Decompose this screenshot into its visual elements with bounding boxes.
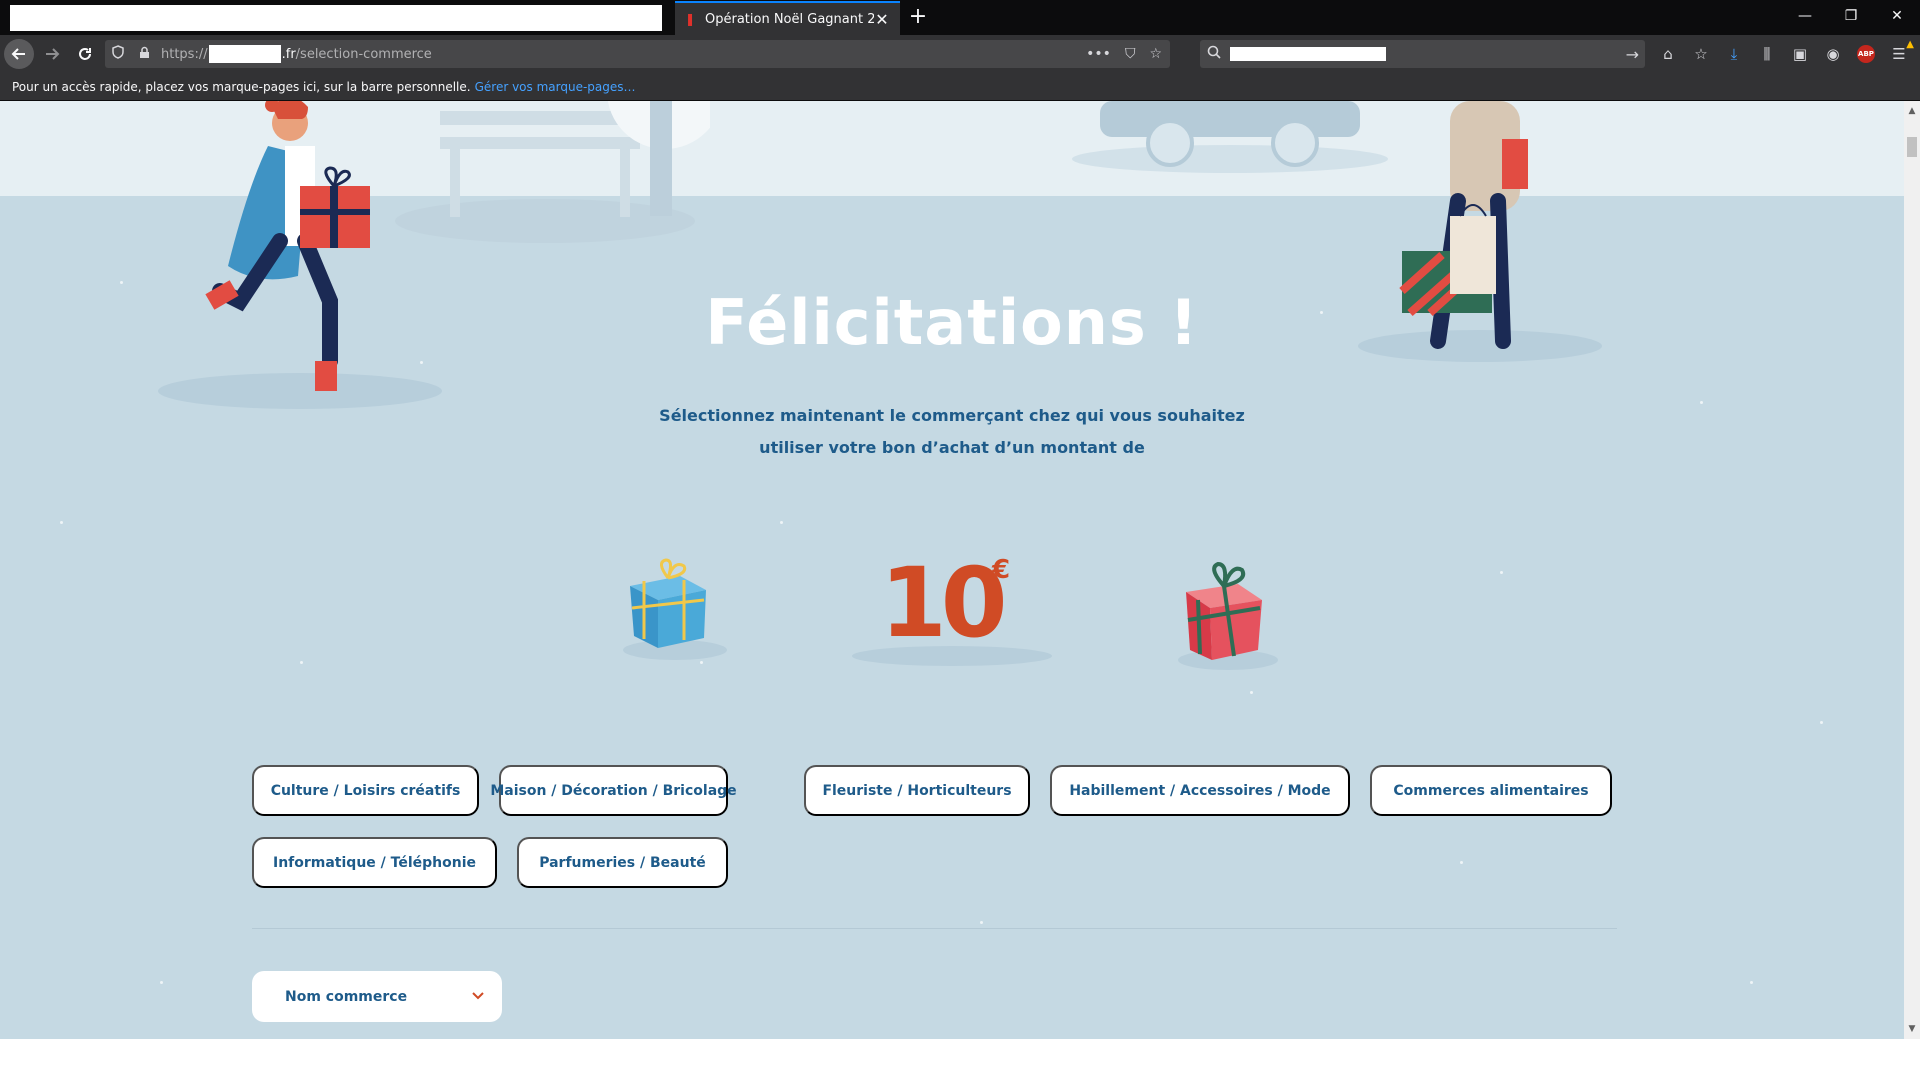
car-illustration: [1072, 101, 1388, 173]
tab-active[interactable]: ❚ Opération Noël Gagnant 2020 ! ✕: [675, 1, 900, 35]
account-icon[interactable]: ◉: [1820, 41, 1846, 67]
reload-icon: [79, 48, 91, 60]
page-content: Félicitations ! Sélectionnez maintenant …: [0, 101, 1904, 1039]
bookmark-bar: Pour un accès rapide, placez vos marque-…: [0, 73, 1920, 101]
adblock-plus-icon[interactable]: ABP: [1857, 45, 1875, 63]
blue-gift-icon: [623, 558, 727, 660]
voucher-currency: €: [992, 555, 1011, 585]
search-bar[interactable]: →: [1200, 40, 1645, 68]
chevron-down-icon: [472, 989, 484, 1003]
site-favicon-icon: ❚: [685, 12, 696, 26]
library-icon[interactable]: ⫼: [1754, 41, 1780, 67]
commerce-select[interactable]: Nom commerce: [252, 971, 502, 1022]
minimize-button[interactable]: —: [1782, 0, 1828, 32]
section-divider: [252, 928, 1617, 929]
bookmark-hint: Pour un accès rapide, placez vos marque-…: [12, 79, 471, 94]
url-prefix: https://: [161, 46, 208, 62]
url-bar[interactable]: https:// .fr /selection-commerce ••• ⛉ ☆: [105, 40, 1170, 68]
page-actions-icon[interactable]: •••: [1086, 46, 1111, 62]
category-informatique-button[interactable]: Informatique / Téléphonie: [252, 837, 497, 888]
manage-bookmarks-link[interactable]: Gérer vos marque-pages…: [475, 80, 636, 94]
hamburger-menu-icon[interactable]: ☰ ▲: [1886, 39, 1914, 67]
lock-icon[interactable]: [131, 46, 157, 63]
page-scrollbar[interactable]: ▲ ▼: [1904, 101, 1920, 1039]
bookmarks-menu-icon[interactable]: ☆: [1688, 41, 1714, 67]
scroll-up-icon[interactable]: ▲: [1904, 103, 1920, 119]
sidebar-icon[interactable]: ▣: [1787, 41, 1813, 67]
window-controls: — ❐ ✕: [1782, 0, 1920, 35]
search-icon: [1200, 45, 1228, 63]
home-icon[interactable]: ⌂: [1655, 41, 1681, 67]
pocket-icon[interactable]: ⛉: [1125, 46, 1136, 62]
warning-icon: ▲: [1906, 39, 1914, 50]
url-host-suffix: .fr: [281, 46, 296, 62]
category-maison-button[interactable]: Maison / Décoration / Bricolage: [490, 765, 737, 816]
page-subtitle: Sélectionnez maintenant le commerçant ch…: [659, 406, 1245, 457]
tab-redacted[interactable]: [10, 5, 662, 31]
page-title: Félicitations !: [705, 286, 1199, 359]
restore-button[interactable]: ❐: [1828, 0, 1874, 32]
forward-arrow-icon: [46, 48, 60, 60]
scrollbar-thumb[interactable]: [1907, 137, 1917, 157]
search-go-icon[interactable]: →: [1626, 45, 1639, 64]
url-path: /selection-commerce: [295, 46, 432, 62]
window-bottom: [0, 1039, 1920, 1080]
red-gift-icon: [1178, 561, 1278, 670]
category-fleuriste-button[interactable]: Fleuriste / Horticulteurs: [804, 765, 1030, 816]
tracking-shield-icon[interactable]: [105, 45, 131, 63]
url-text[interactable]: https:// .fr /selection-commerce: [161, 45, 432, 63]
browser-titlebar: ❚ Opération Noël Gagnant 2020 ! ✕ + — ❐ …: [0, 0, 1920, 35]
amount-shadow: [852, 646, 1052, 666]
tab-close-icon[interactable]: ✕: [874, 10, 890, 29]
woman-with-gift-illustration: [158, 101, 442, 409]
commerce-select-label: Nom commerce: [285, 988, 408, 1005]
close-window-button[interactable]: ✕: [1874, 0, 1920, 32]
category-parfumeries-button[interactable]: Parfumeries / Beauté: [517, 837, 728, 888]
url-host-redacted: [208, 45, 281, 63]
back-button[interactable]: [4, 39, 34, 69]
scroll-down-icon[interactable]: ▼: [1904, 1021, 1920, 1037]
search-input-redacted[interactable]: [1230, 47, 1386, 61]
forward-button[interactable]: [37, 39, 67, 69]
browser-navbar: https:// .fr /selection-commerce ••• ⛉ ☆…: [0, 35, 1920, 73]
category-habillement-button[interactable]: Habillement / Accessoires / Mode: [1050, 765, 1350, 816]
new-tab-button[interactable]: +: [904, 3, 932, 31]
tab-title: Opération Noël Gagnant 2020 !: [705, 11, 874, 27]
category-alimentaires-button[interactable]: Commerces alimentaires: [1370, 765, 1612, 816]
bookmark-star-icon[interactable]: ☆: [1149, 46, 1162, 62]
back-arrow-icon: [11, 48, 25, 60]
toolbar-icons: ⌂ ☆ ⤓ ⫼ ▣ ◉ ABP ☰ ▲: [1655, 39, 1914, 68]
download-icon[interactable]: ⤓: [1721, 41, 1747, 67]
url-actions: ••• ⛉ ☆: [1086, 40, 1162, 68]
category-culture-button[interactable]: Culture / Loisirs créatifs: [252, 765, 479, 816]
reload-button[interactable]: [70, 39, 100, 69]
